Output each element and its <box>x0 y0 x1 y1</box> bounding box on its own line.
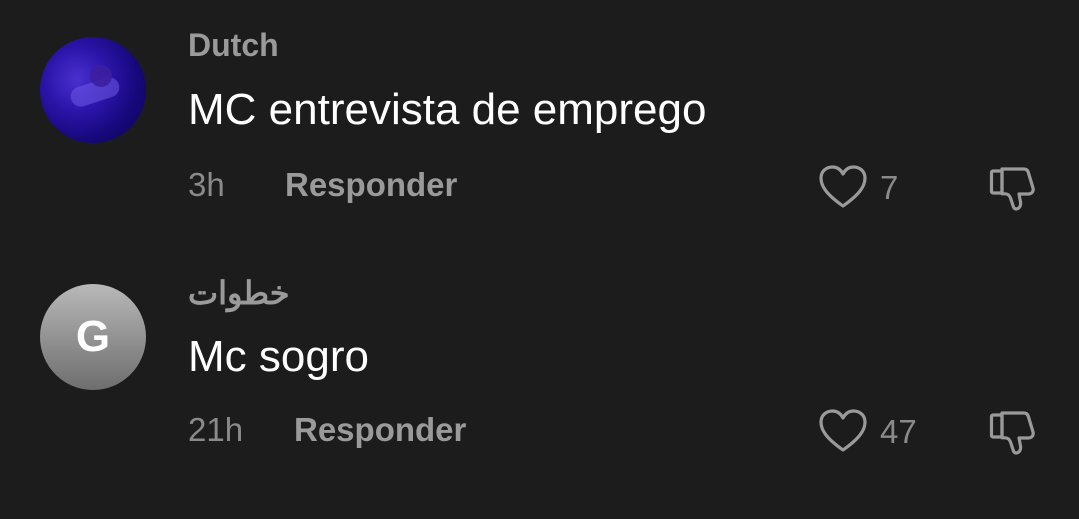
comment-timestamp: 3h <box>188 166 225 203</box>
like-button[interactable]: 47 <box>818 407 917 455</box>
comment-item: G خطوات Mc sogro 21h Responder 47 <box>0 247 1079 487</box>
comment-item: Dutch MC entrevista de emprego 3h Respon… <box>0 0 1079 240</box>
reply-button[interactable]: Responder <box>285 168 457 201</box>
avatar-letter: G <box>75 312 111 361</box>
thumbs-down-outline-icon <box>988 411 1040 461</box>
dislike-button[interactable] <box>988 163 1040 213</box>
heart-outline-icon <box>818 164 868 210</box>
comment-username[interactable]: Dutch <box>188 29 279 61</box>
like-count: 7 <box>880 168 899 206</box>
avatar[interactable] <box>40 37 146 143</box>
comment-timestamp: 21h <box>188 411 244 448</box>
like-button[interactable]: 7 <box>818 163 898 211</box>
reply-button[interactable]: Responder <box>294 413 466 446</box>
like-count: 47 <box>880 412 917 450</box>
dislike-button[interactable] <box>988 407 1040 457</box>
avatar-image-detail <box>90 65 112 87</box>
comment-text: Mc sogro <box>188 332 369 381</box>
comment-text: MC entrevista de emprego <box>188 85 707 134</box>
comment-username[interactable]: خطوات <box>188 277 290 309</box>
avatar[interactable]: G <box>40 284 146 390</box>
thumbs-down-outline-icon <box>988 167 1040 217</box>
heart-outline-icon <box>818 408 868 454</box>
